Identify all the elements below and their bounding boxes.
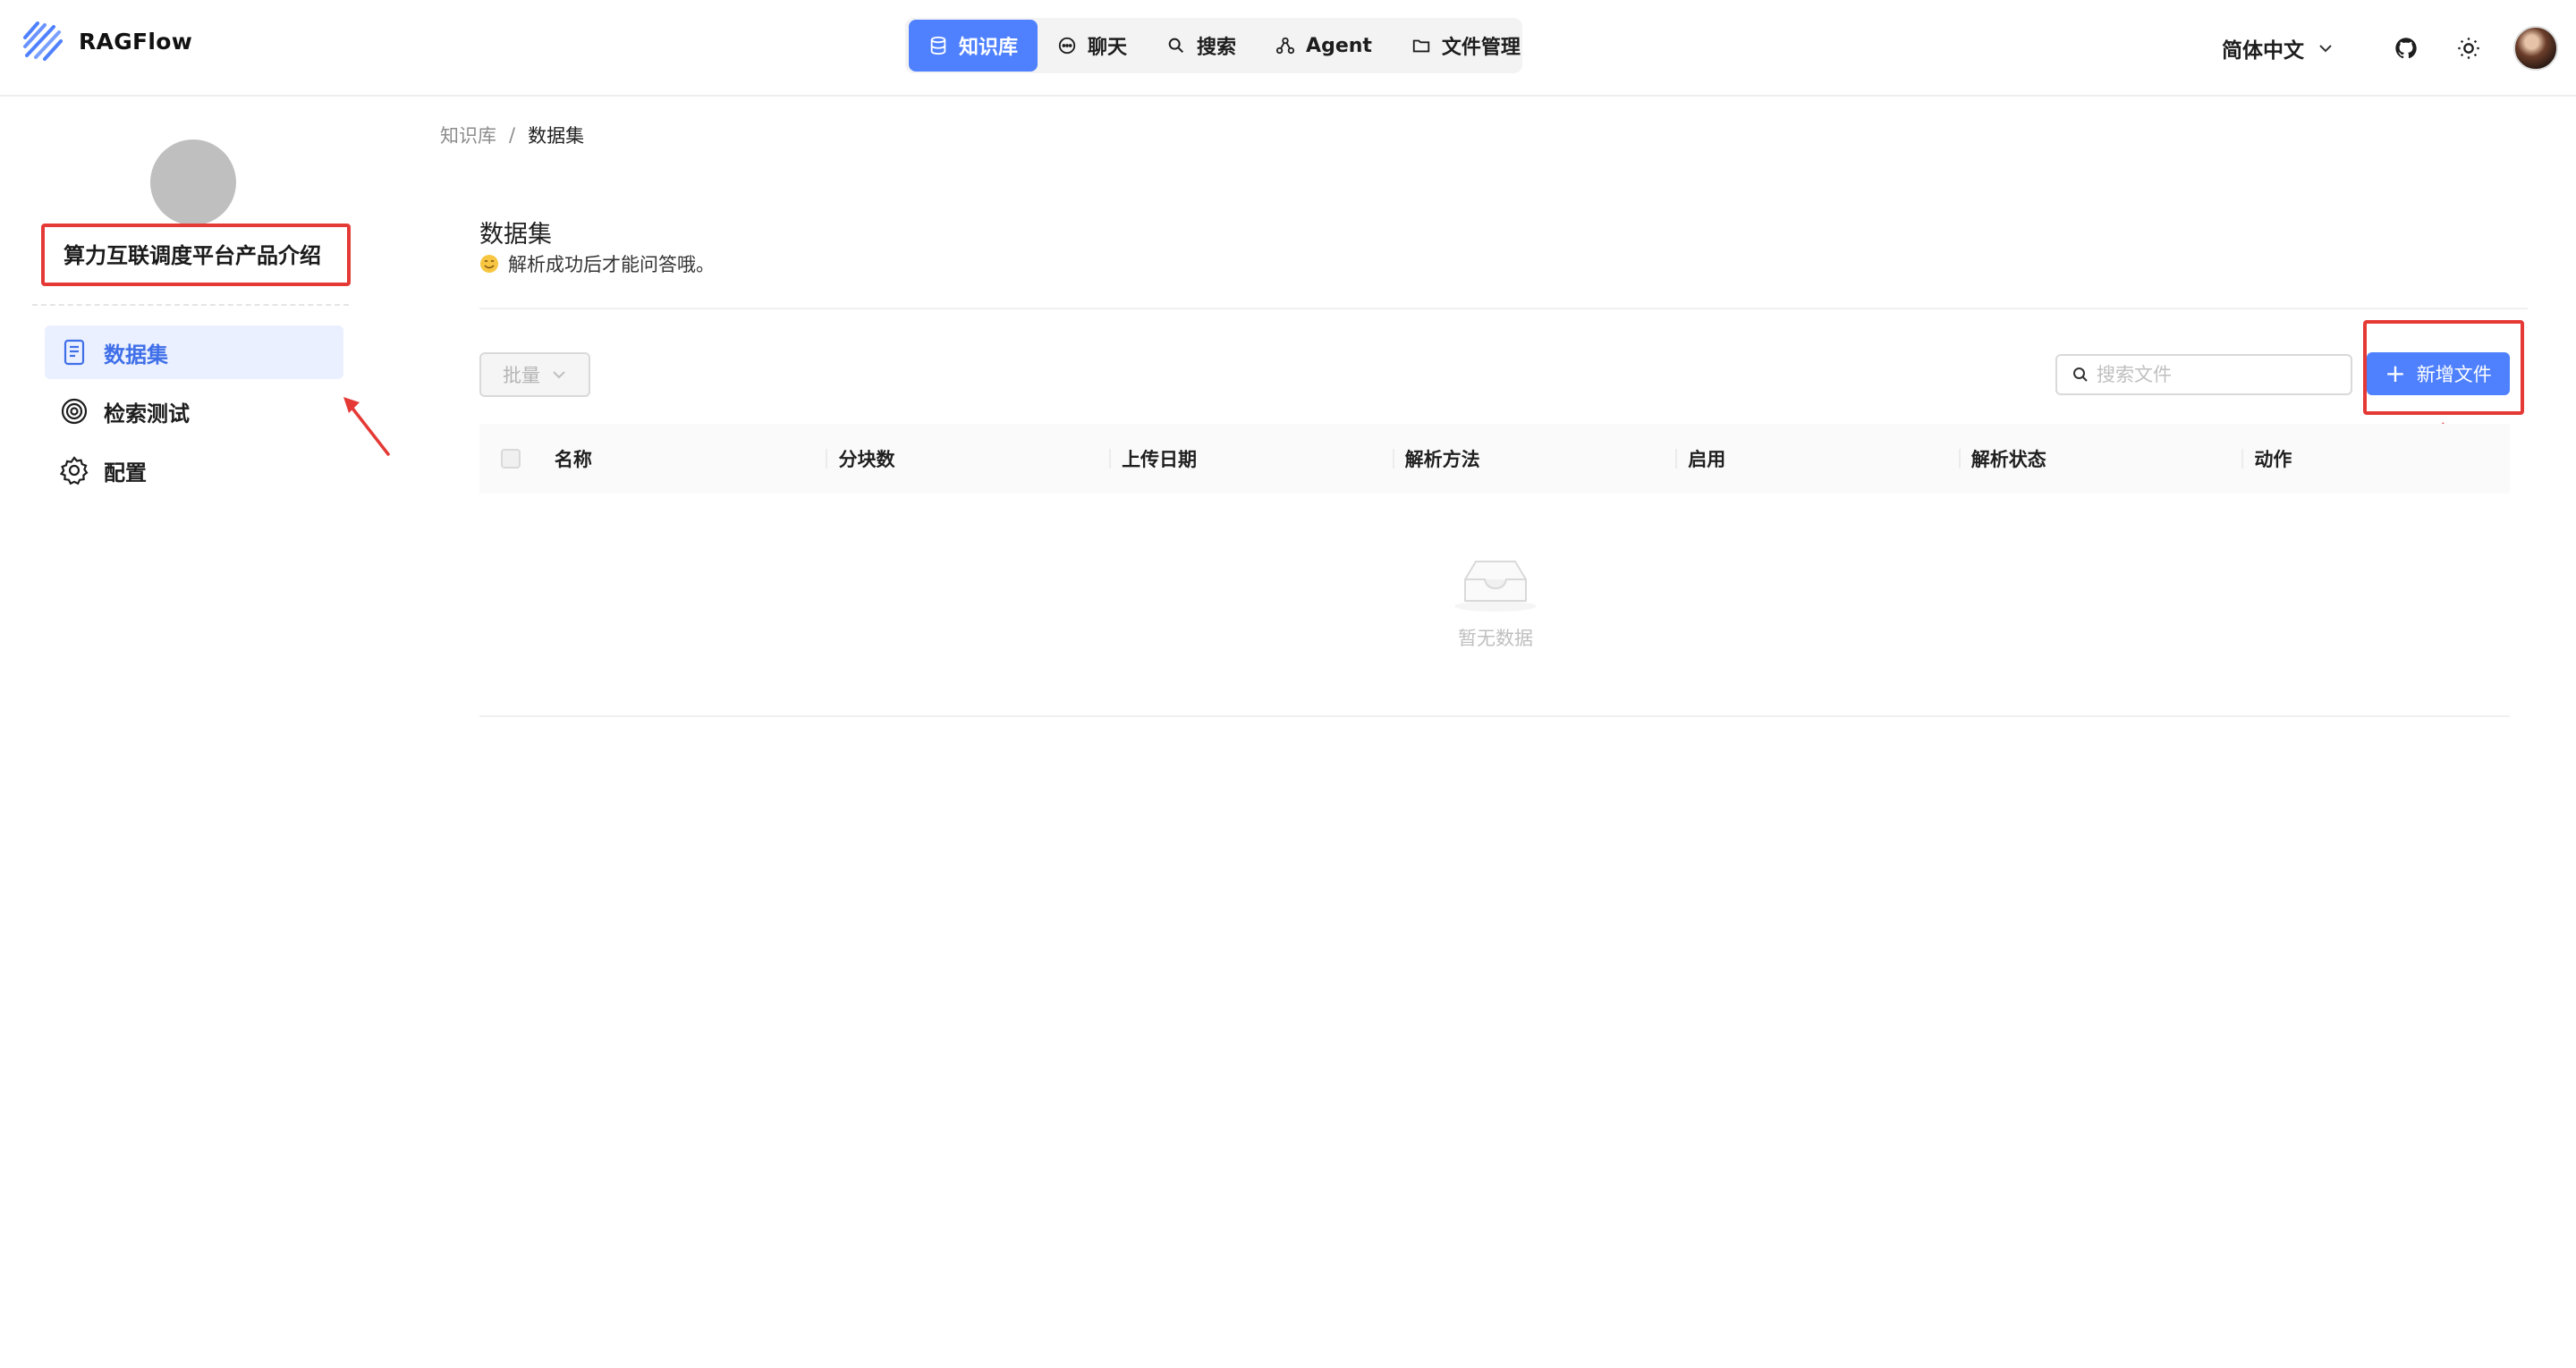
logo[interactable]: RAGFlow	[20, 18, 192, 64]
file-search[interactable]	[2055, 354, 2352, 395]
knowledge-base-sidebar: 算力互联调度平台产品介绍 数据集 检索测试 配置	[0, 97, 385, 1368]
main-nav: 知识库 聊天 搜索 Agent 文件管理	[905, 18, 1522, 73]
user-avatar[interactable]	[2513, 26, 2558, 71]
nav-file-management[interactable]: 文件管理	[1392, 20, 1540, 72]
annotation-arrow-left	[343, 397, 390, 456]
nav-label: 文件管理	[1441, 37, 1521, 59]
sidebar-item-dataset[interactable]: 数据集	[45, 325, 343, 379]
gear-icon	[59, 456, 89, 486]
batch-label: 批量	[503, 365, 540, 386]
column-header-name[interactable]: 名称	[542, 424, 826, 494]
sidebar-item-label: 检索测试	[104, 401, 190, 426]
header-actions: 简体中文	[2222, 25, 2558, 72]
plus-icon: +	[2385, 359, 2406, 388]
select-all-checkbox[interactable]	[500, 449, 521, 469]
top-header: RAGFlow 知识库 聊天 搜索 Agent 文件管理 简体中文	[0, 0, 2576, 97]
chevron-down-icon	[2319, 45, 2332, 53]
nav-chat[interactable]: 聊天	[1038, 20, 1147, 72]
table-bottom-border	[479, 715, 2510, 717]
breadcrumb-separator: /	[509, 124, 516, 146]
kb-name: 算力互联调度平台产品介绍	[64, 243, 321, 268]
column-header-parse-method[interactable]: 解析方法	[1392, 424, 1676, 494]
nav-knowledge-base[interactable]: 知识库	[909, 20, 1038, 72]
folder-icon	[1411, 36, 1431, 55]
ragflow-logo-icon	[23, 21, 63, 61]
sidebar-item-label: 数据集	[104, 342, 168, 367]
github-button[interactable]	[2385, 27, 2428, 70]
chat-icon	[1057, 36, 1077, 55]
language-selector[interactable]: 简体中文	[2222, 33, 2334, 63]
select-all-cell	[479, 424, 542, 494]
chevron-down-icon	[553, 371, 565, 379]
column-header-parse-status[interactable]: 解析状态	[1958, 424, 2242, 494]
column-header-action: 动作	[2241, 424, 2510, 494]
column-header-enabled[interactable]: 启用	[1675, 424, 1959, 494]
column-header-upload-date[interactable]: 上传日期	[1109, 424, 1393, 494]
search-icon	[2073, 367, 2088, 382]
theme-toggle-button[interactable]	[2447, 27, 2490, 70]
kb-avatar	[150, 139, 236, 225]
database-icon	[928, 36, 948, 55]
nav-agent[interactable]: Agent	[1256, 20, 1392, 72]
document-icon	[64, 339, 85, 366]
breadcrumb-current: 数据集	[528, 125, 585, 147]
github-icon	[2395, 38, 2417, 59]
batch-dropdown-button[interactable]: 批量	[479, 352, 590, 397]
nav-label: 搜索	[1197, 37, 1237, 59]
empty-inbox-icon	[1454, 561, 1537, 612]
smile-emoji-icon	[480, 255, 498, 273]
breadcrumb-root[interactable]: 知识库	[440, 122, 496, 148]
page-subtitle: 解析成功后才能问答哦。	[479, 250, 715, 277]
language-label: 简体中文	[2222, 39, 2304, 63]
sidebar-item-retrieval-test[interactable]: 检索测试	[45, 384, 343, 438]
breadcrumb: 知识库 / 数据集	[440, 122, 584, 148]
brand-name: RAGFlow	[79, 28, 193, 55]
search-icon	[1166, 36, 1186, 55]
add-file-button[interactable]: + 新增文件	[2367, 352, 2510, 395]
agent-graph-icon	[1275, 36, 1295, 55]
empty-state: 暂无数据	[1449, 554, 1542, 651]
nav-label: 聊天	[1088, 37, 1128, 59]
nav-label: 知识库	[959, 37, 1019, 59]
target-icon	[61, 398, 88, 425]
sun-icon	[2458, 38, 2479, 59]
subtitle-text: 解析成功后才能问答哦。	[508, 254, 715, 275]
search-input[interactable]	[2097, 364, 2338, 385]
sidebar-item-label: 配置	[104, 460, 147, 486]
column-header-chunk-count[interactable]: 分块数	[826, 424, 1109, 494]
nav-label: Agent	[1306, 34, 1372, 57]
sidebar-item-config[interactable]: 配置	[45, 443, 343, 497]
empty-text: 暂无数据	[1458, 628, 1533, 649]
nav-search[interactable]: 搜索	[1147, 20, 1256, 72]
page-title: 数据集	[479, 221, 552, 249]
sidebar-divider	[32, 304, 349, 306]
header-divider	[479, 308, 2528, 309]
add-file-label: 新增文件	[2416, 364, 2492, 385]
table-header: 名称 分块数 上传日期 解析方法 启用 解析状态 动作	[479, 424, 2510, 494]
